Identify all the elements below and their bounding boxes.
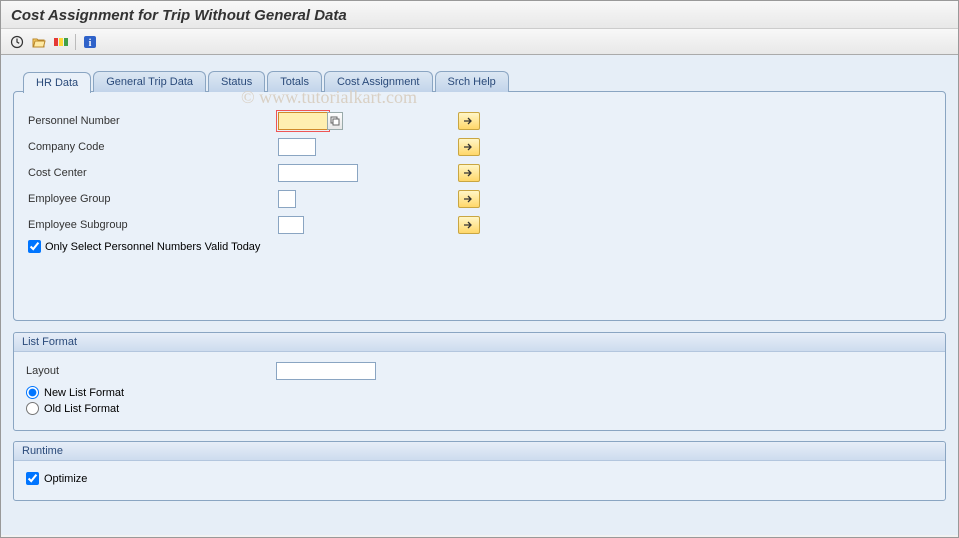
label-personnel-number: Personnel Number [28,115,278,127]
input-layout[interactable] [276,362,376,380]
row-only-valid-today: Only Select Personnel Numbers Valid Toda… [28,240,931,253]
tab-strip: HR Data General Trip Data Status Totals … [23,71,946,92]
radio-new-list-format[interactable] [26,386,39,399]
row-cost-center: Cost Center [28,162,931,184]
row-layout: Layout [26,360,933,382]
arrow-right-icon [463,194,475,204]
arrow-right-icon [463,142,475,152]
tab-totals[interactable]: Totals [267,71,322,92]
multi-select-cost-center[interactable] [458,164,480,182]
input-employee-subgroup[interactable] [278,216,304,234]
row-company-code: Company Code [28,136,931,158]
label-old-list-format: Old List Format [44,403,119,415]
tab-general-trip-data[interactable]: General Trip Data [93,71,206,92]
label-employee-group: Employee Group [28,193,278,205]
group-list-format: List Format Layout New List Format Old L… [13,332,946,431]
multi-select-company-code[interactable] [458,138,480,156]
info-button[interactable]: i [80,33,100,51]
label-layout: Layout [26,365,276,377]
search-help-icon [330,116,340,126]
toolbar: i [1,29,958,55]
checkbox-only-valid-today[interactable] [28,240,41,253]
toolbar-separator [75,34,76,50]
page-title: Cost Assignment for Trip Without General… [1,1,958,29]
row-personnel-number: Personnel Number [28,110,931,132]
execute-button[interactable] [7,33,27,51]
label-only-valid-today: Only Select Personnel Numbers Valid Toda… [45,241,260,253]
multi-select-employee-subgroup[interactable] [458,216,480,234]
group-runtime: Runtime Optimize [13,441,946,501]
input-personnel-number[interactable] [278,112,328,130]
label-new-list-format: New List Format [44,387,124,399]
label-company-code: Company Code [28,141,278,153]
label-cost-center: Cost Center [28,167,278,179]
row-new-list-format: New List Format [26,386,933,399]
svg-text:i: i [89,38,92,49]
row-employee-group: Employee Group [28,188,931,210]
row-employee-subgroup: Employee Subgroup [28,214,931,236]
info-icon: i [83,35,97,49]
arrow-right-icon [463,116,475,126]
label-employee-subgroup: Employee Subgroup [28,219,278,231]
radio-old-list-format[interactable] [26,402,39,415]
multi-select-personnel-number[interactable] [458,112,480,130]
clock-execute-icon [10,35,24,49]
tab-cost-assignment[interactable]: Cost Assignment [324,71,433,92]
traffic-light-icon [54,35,68,49]
row-optimize: Optimize [26,472,933,485]
input-employee-group[interactable] [278,190,296,208]
arrow-right-icon [463,168,475,178]
group-header-runtime: Runtime [14,442,945,461]
folder-open-icon [32,35,46,49]
f4-personnel-number[interactable] [327,112,343,130]
tab-status[interactable]: Status [208,71,265,92]
checkbox-optimize[interactable] [26,472,39,485]
row-old-list-format: Old List Format [26,402,933,415]
input-company-code[interactable] [278,138,316,156]
tab-srch-help[interactable]: Srch Help [435,71,509,92]
arrow-right-icon [463,220,475,230]
content-area: © www.tutorialkart.com HR Data General T… [1,55,958,535]
input-cost-center[interactable] [278,164,358,182]
label-optimize: Optimize [44,473,87,485]
get-variant-button[interactable] [29,33,49,51]
tab-hr-data[interactable]: HR Data [23,72,91,93]
group-header-list-format: List Format [14,333,945,352]
selection-options-button[interactable] [51,33,71,51]
tab-panel-hr-data: Personnel Number Company Code Cost Cente… [13,91,946,321]
multi-select-employee-group[interactable] [458,190,480,208]
